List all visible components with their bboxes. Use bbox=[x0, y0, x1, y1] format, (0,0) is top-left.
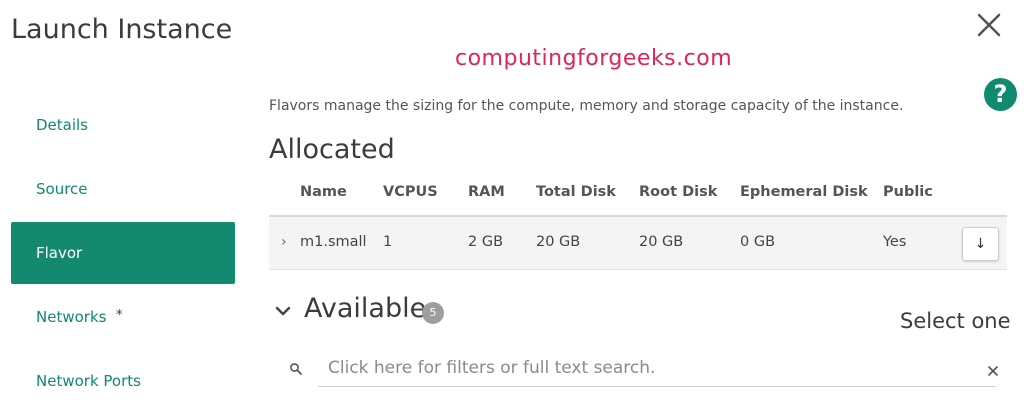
sidebar-item-label: Network Ports bbox=[36, 372, 141, 390]
allocated-table: Name VCPUS RAM Total Disk Root Disk Ephe… bbox=[269, 173, 1007, 270]
sidebar-item-label: Flavor bbox=[36, 244, 83, 262]
available-heading: Available bbox=[304, 293, 427, 324]
dialog-title: Launch Instance bbox=[11, 14, 233, 45]
sidebar-item-details[interactable]: Details bbox=[11, 94, 235, 156]
search-icon bbox=[289, 361, 303, 375]
column-header-root-disk[interactable]: Root Disk bbox=[639, 184, 717, 200]
select-hint: Select one bbox=[900, 309, 1011, 333]
available-count-badge: 5 bbox=[422, 302, 444, 324]
column-header-total-disk[interactable]: Total Disk bbox=[536, 184, 616, 200]
column-header-ephemeral-disk[interactable]: Ephemeral Disk bbox=[740, 184, 868, 200]
sidebar-item-networks[interactable]: Networks * bbox=[11, 286, 235, 348]
sidebar-item-label: Networks bbox=[36, 308, 107, 326]
table-row[interactable]: › m1.small 1 2 GB 20 GB 20 GB 0 GB Yes ↓ bbox=[269, 217, 1007, 270]
chevron-down-icon[interactable] bbox=[272, 300, 294, 322]
sidebar-item-label: Details bbox=[36, 116, 89, 134]
cell-name: m1.small bbox=[300, 234, 367, 250]
required-marker: * bbox=[116, 308, 123, 323]
column-header-vcpus[interactable]: VCPUS bbox=[383, 184, 438, 200]
help-icon[interactable]: ? bbox=[984, 78, 1017, 111]
cell-total-disk: 20 GB bbox=[536, 234, 581, 250]
close-icon[interactable] bbox=[972, 8, 1006, 42]
search-input[interactable] bbox=[318, 350, 996, 387]
sidebar-item-flavor[interactable]: Flavor bbox=[11, 222, 235, 284]
flavor-description: Flavors manage the sizing for the comput… bbox=[269, 98, 904, 114]
cell-ephemeral-disk: 0 GB bbox=[740, 234, 776, 250]
clear-icon[interactable] bbox=[987, 362, 999, 376]
cell-public: Yes bbox=[883, 234, 907, 250]
sidebar-item-source[interactable]: Source bbox=[11, 158, 235, 220]
deallocate-button[interactable]: ↓ bbox=[962, 227, 999, 261]
column-header-ram[interactable]: RAM bbox=[468, 184, 505, 200]
chevron-right-icon[interactable]: › bbox=[281, 234, 287, 250]
cell-vcpus: 1 bbox=[383, 234, 393, 250]
sidebar-item-label: Source bbox=[36, 180, 88, 198]
column-header-public[interactable]: Public bbox=[883, 184, 933, 200]
watermark: computingforgeeks.com bbox=[455, 46, 733, 71]
allocated-heading: Allocated bbox=[269, 134, 395, 165]
column-header-name[interactable]: Name bbox=[300, 184, 347, 200]
cell-ram: 2 GB bbox=[468, 234, 504, 250]
cell-root-disk: 20 GB bbox=[639, 234, 684, 250]
sidebar-item-network-ports[interactable]: Network Ports bbox=[11, 350, 235, 412]
table-header: Name VCPUS RAM Total Disk Root Disk Ephe… bbox=[269, 173, 1007, 217]
